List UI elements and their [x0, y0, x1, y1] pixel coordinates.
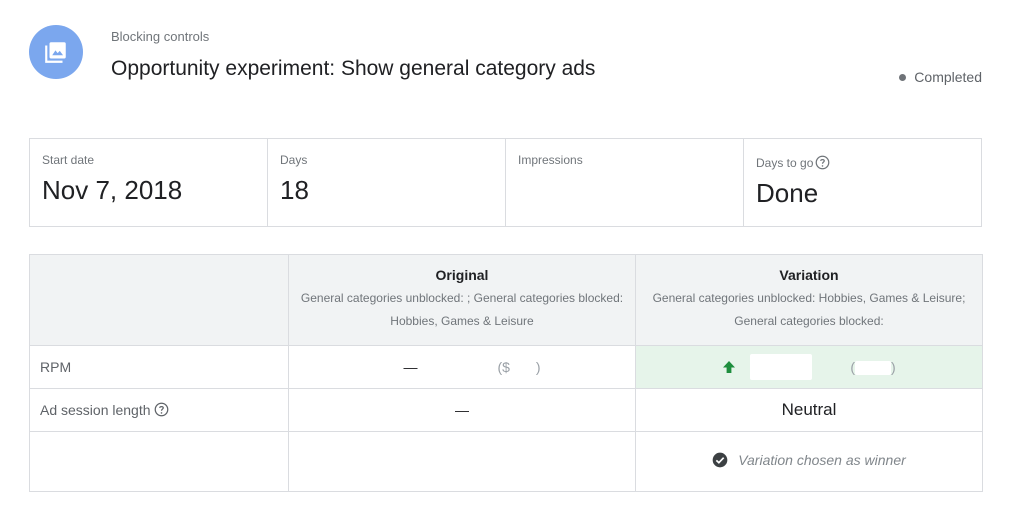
rpm-original-value: —	[403, 358, 418, 375]
status-badge: Completed	[899, 69, 982, 85]
arrow-up-icon	[723, 361, 736, 373]
stat-value: 18	[280, 175, 309, 205]
status-label: Completed	[914, 69, 982, 85]
table-header-row: Original General categories unblocked: ;…	[29, 254, 983, 346]
stat-impressions: Impressions	[506, 139, 744, 226]
paren-open: ($	[497, 358, 510, 375]
header-cell-original: Original General categories unblocked: ;…	[288, 254, 636, 346]
column-title-variation: Variation	[779, 267, 839, 283]
stat-label-row: Days to go	[756, 155, 969, 170]
stat-days-to-go: Days to go Done	[744, 139, 981, 226]
rpm-original-change: ($)	[497, 358, 541, 376]
rpm-original-cell: — ($)	[288, 345, 636, 389]
results-table: Original General categories unblocked: ;…	[29, 254, 983, 492]
check-circle-icon	[712, 452, 728, 468]
experiment-category: Blocking controls	[111, 29, 210, 44]
row-label: RPM	[29, 345, 289, 389]
header-cell-variation: Variation General categories unblocked: …	[635, 254, 983, 346]
winner-original-cell	[288, 431, 636, 492]
paren-close: )	[535, 358, 541, 375]
table-row-rpm: RPM — ($) ()	[29, 345, 983, 389]
page-title: Opportunity experiment: Show general cat…	[111, 57, 596, 80]
winner-label: Variation chosen as winner	[738, 452, 906, 468]
row-label-cell: Ad session length	[29, 388, 289, 432]
stat-label: Days to go	[756, 155, 814, 170]
experiment-avatar	[29, 25, 83, 79]
redacted-value	[750, 354, 813, 380]
stat-label: Impressions	[518, 153, 583, 167]
winner-empty-cell	[29, 431, 289, 492]
session-original-cell: —	[288, 388, 636, 432]
stat-days: Days 18	[268, 139, 506, 226]
table-row-winner: Variation chosen as winner	[29, 431, 983, 492]
stat-value: Done	[756, 178, 819, 208]
row-label: Ad session length	[40, 402, 151, 418]
rpm-variation-change: ()	[850, 358, 896, 376]
help-icon[interactable]	[815, 155, 830, 170]
header-cell-empty	[29, 254, 289, 346]
status-dot-icon	[899, 73, 907, 81]
stat-value: Nov 7, 2018	[42, 175, 183, 205]
session-variation-value: Neutral	[781, 400, 837, 419]
column-title-original: Original	[435, 267, 489, 283]
winner-variation-cell: Variation chosen as winner	[635, 431, 983, 492]
column-description-variation: General categories unblocked: Hobbies, G…	[652, 291, 966, 328]
column-description-original: General categories unblocked: ; General …	[300, 291, 624, 328]
stat-start-date: Start date Nov 7, 2018	[30, 139, 268, 226]
winner-message: Variation chosen as winner	[712, 452, 906, 468]
session-original-value: —	[455, 402, 469, 418]
help-icon[interactable]	[154, 402, 169, 417]
rpm-variation-cell: ()	[635, 345, 983, 389]
stat-label: Days	[280, 153, 308, 167]
stat-label: Start date	[42, 153, 95, 167]
redacted-value	[855, 361, 891, 376]
paren-close: )	[891, 358, 896, 375]
redacted-value	[509, 361, 536, 376]
experiment-stats: Start date Nov 7, 2018 Days 18 Impressio…	[29, 138, 982, 227]
session-variation-cell: Neutral	[635, 388, 983, 432]
table-row-ad-session-length: Ad session length — Neutral	[29, 388, 983, 432]
image-gallery-icon	[45, 42, 66, 63]
